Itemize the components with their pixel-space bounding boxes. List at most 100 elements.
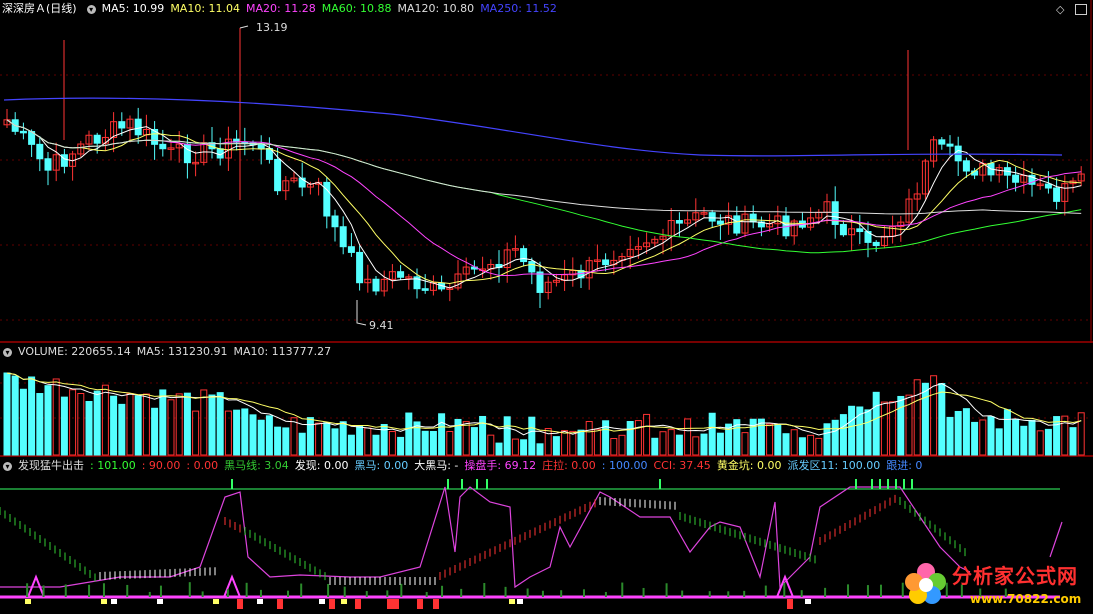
volume-bar [831,419,839,456]
candle-body [421,288,429,291]
volume-bar [667,429,675,456]
candle-body [93,134,101,144]
volume-bar [864,409,872,456]
signal-indicator: 庄拉: 0.00 [542,459,596,472]
candle-body [1012,174,1020,183]
volume-bar [11,375,19,456]
candle-body [872,241,880,247]
volume-bar [995,428,1003,456]
volume-bar [347,434,355,456]
candle-body [134,118,142,136]
volume-bar [946,416,954,456]
volume-bar [741,432,749,456]
volume-bar [503,416,511,456]
candle-body [397,271,405,278]
volume-bar [36,393,44,456]
volume-bar [77,393,85,456]
candle-body [675,220,683,224]
volume-bar [1069,427,1077,456]
bottom-marker [213,599,219,604]
volume-bar [536,443,544,456]
volume-bar [1028,419,1036,456]
volume-bar [602,420,610,456]
signal-indicator: 黄金坑: 0.00 [716,459,782,472]
price-panel[interactable]: 深深房Ａ(日线) ▾ MA5: 10.99 MA10: 11.04 MA20: 11.2… [0,0,1093,343]
volume-bar [1012,418,1020,456]
bottom-marker [277,599,283,609]
volume-bar [790,429,798,456]
volume-bar [1044,428,1052,456]
bottom-marker [805,599,811,604]
volume-bar [306,417,314,456]
bottom-marker [341,599,347,604]
volume-panel[interactable]: ▾ VOLUME: 220655.14 MA5: 131230.91 MA10: 11… [0,343,1093,457]
candle-body [536,271,544,293]
volume-bar [675,434,683,456]
candle-body [36,143,44,160]
volume-indicator: VOLUME: 220655.14 [18,345,131,358]
volume-indicator: MA5: 131230.91 [136,345,228,358]
volume-bar [388,431,396,456]
volume-bar [372,434,380,456]
volume-bar [585,421,593,456]
volume-bar [339,421,347,456]
volume-bar [265,415,273,456]
candle-body [44,158,52,171]
ma5-line [6,119,1082,289]
volume-bar [626,420,634,456]
bottom-marker [433,599,439,609]
volume-bar [815,437,823,456]
volume-bar [569,430,577,456]
volume-bar [282,427,290,456]
volume-header: ▾ VOLUME: 220655.14 MA5: 131230.91 MA10: 11… [0,343,1093,361]
bottom-marker [257,599,263,604]
bottom-marker [157,599,163,604]
volume-bar [175,393,183,456]
volume-bar [101,384,109,456]
chevron-icon[interactable]: ▾ [3,461,12,471]
candle-body [274,158,282,192]
triangle-signal [223,574,241,598]
candle-body [356,251,364,284]
high-marker [239,25,249,29]
volume-bar [3,372,11,456]
volume-bar [938,383,946,456]
volume-bar [766,423,774,456]
volume-bar [134,395,142,456]
chevron-icon[interactable]: ▾ [3,347,12,357]
volume-bar [716,432,724,456]
candle-body [528,261,536,273]
watermark-text: 分析家公式网 [952,564,1078,588]
signal-indicator: 黑马: 0.00 [354,459,409,472]
volume-bar [151,407,159,456]
volume-bar [142,393,150,456]
volume-bar [954,410,962,456]
volume-bar [216,392,224,456]
bottom-marker [329,599,335,609]
ma60-line [6,119,1082,254]
volume-bar [692,436,700,456]
volume-bar [60,396,68,456]
volume-bar [1003,409,1011,456]
signal-indicator: 跟进: 0 [886,459,923,472]
volume-bar [462,421,470,456]
volume-bar [249,414,257,456]
volume-bar [610,437,618,456]
bottom-marker [517,599,523,604]
volume-bar [897,395,905,456]
volume-bar [126,393,134,456]
candle-body [372,278,380,292]
volume-bar [872,391,880,456]
low-label: 9.41 [369,319,394,332]
volume-bar [19,388,27,456]
volume-bar [421,430,429,456]
high-label: 13.19 [256,21,288,34]
volume-bar [987,416,995,456]
candle-body [1044,183,1052,189]
volume-bar [167,399,175,456]
bottom-marker [355,599,361,609]
volume-bar [429,430,437,456]
volume-bar [774,423,782,456]
volume-bar [634,420,642,456]
candle-body [938,139,946,145]
